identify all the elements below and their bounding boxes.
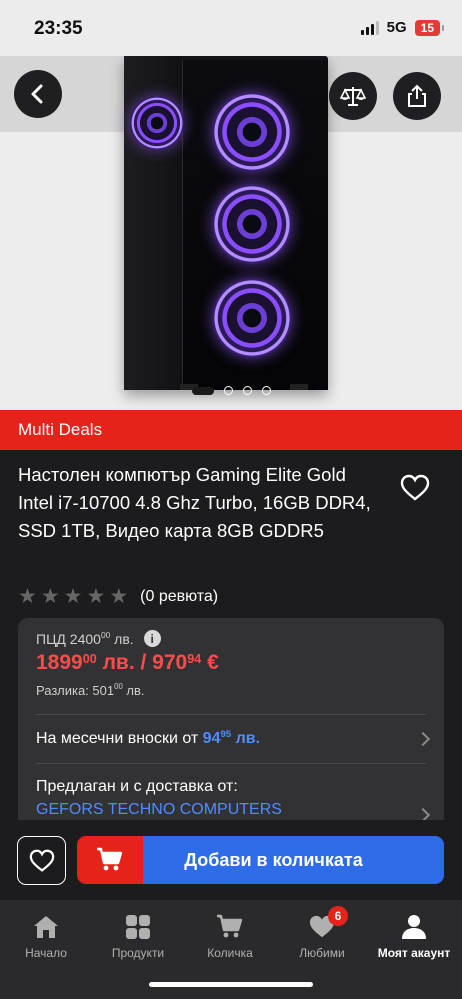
favorite-button[interactable] [400,474,430,507]
nav-item-home[interactable]: Начало [0,914,92,960]
deal-banner[interactable]: Multi Deals [0,410,462,450]
cart-icon [97,847,123,871]
star-icon: ★ [18,585,37,608]
installments-row[interactable]: На месечни вноски от 9495 лв. [36,729,260,748]
product-title: Настолен компютър Gaming Elite Gold Inte… [18,464,371,541]
rating-row[interactable]: ★ ★ ★ ★ ★ (0 ревюта) [18,586,218,608]
user-icon [402,915,426,939]
add-to-favorites-button[interactable] [17,836,66,885]
share-icon [408,84,426,107]
price-difference: Разлика: 50100 лв. [36,682,145,698]
nav-item-products[interactable]: Продукти [92,914,184,960]
cart-icon [217,914,243,938]
star-icon: ★ [40,585,60,608]
chevron-right-icon [415,731,431,747]
seller-label: Предлаган и с доставка от: [36,778,238,795]
carousel-dots [0,386,462,395]
home-indicator [149,982,313,987]
add-to-cart-label: Добави в количката [143,836,444,884]
current-price: 189900 лв. / 97094 € [36,651,219,674]
review-count: (0 ревюта) [140,588,219,605]
heart-icon [29,849,54,872]
seller-link[interactable]: GEFORS TECHNO COMPUTERS [36,801,282,819]
star-icon: ★ [109,585,129,608]
status-time: 23:35 [34,18,83,39]
action-bar: Добави в количката [0,820,462,900]
nav-item-favorites[interactable]: 6 Любими [276,906,368,960]
carousel-dot[interactable] [261,386,271,395]
product-image-carousel[interactable] [0,56,462,410]
carousel-dot[interactable] [223,386,233,395]
back-button[interactable] [14,70,62,118]
share-button[interactable] [393,72,441,120]
nav-item-cart[interactable]: Количка [184,914,276,960]
status-bar: 23:35 5G 15 [0,0,462,56]
price-card: ПЦД 240000 лв. i 189900 лв. / 97094 € Ра… [18,618,444,848]
info-icon[interactable]: i [143,630,161,647]
scale-icon [340,87,366,106]
compare-button[interactable] [329,72,377,120]
recommended-price: ПЦД 240000 лв. i [36,630,161,647]
star-icon: ★ [63,585,83,608]
grid-icon [126,915,150,939]
deal-banner-label: Multi Deals [18,420,103,439]
chevron-left-icon [31,84,43,104]
star-icon: ★ [86,585,106,608]
status-indicators: 5G 15 [360,19,445,36]
add-to-cart-button[interactable]: Добави в количката [77,836,444,884]
network-label: 5G [386,19,407,36]
home-icon [34,916,58,938]
carousel-dot[interactable] [191,386,214,395]
heart-icon [400,474,430,501]
carousel-dot[interactable] [242,386,252,395]
battery-icon: 15 [414,19,445,36]
signal-icon [360,20,379,35]
nav-item-account[interactable]: Моят акаунт [368,914,460,960]
favorites-count-badge: 6 [328,906,348,926]
